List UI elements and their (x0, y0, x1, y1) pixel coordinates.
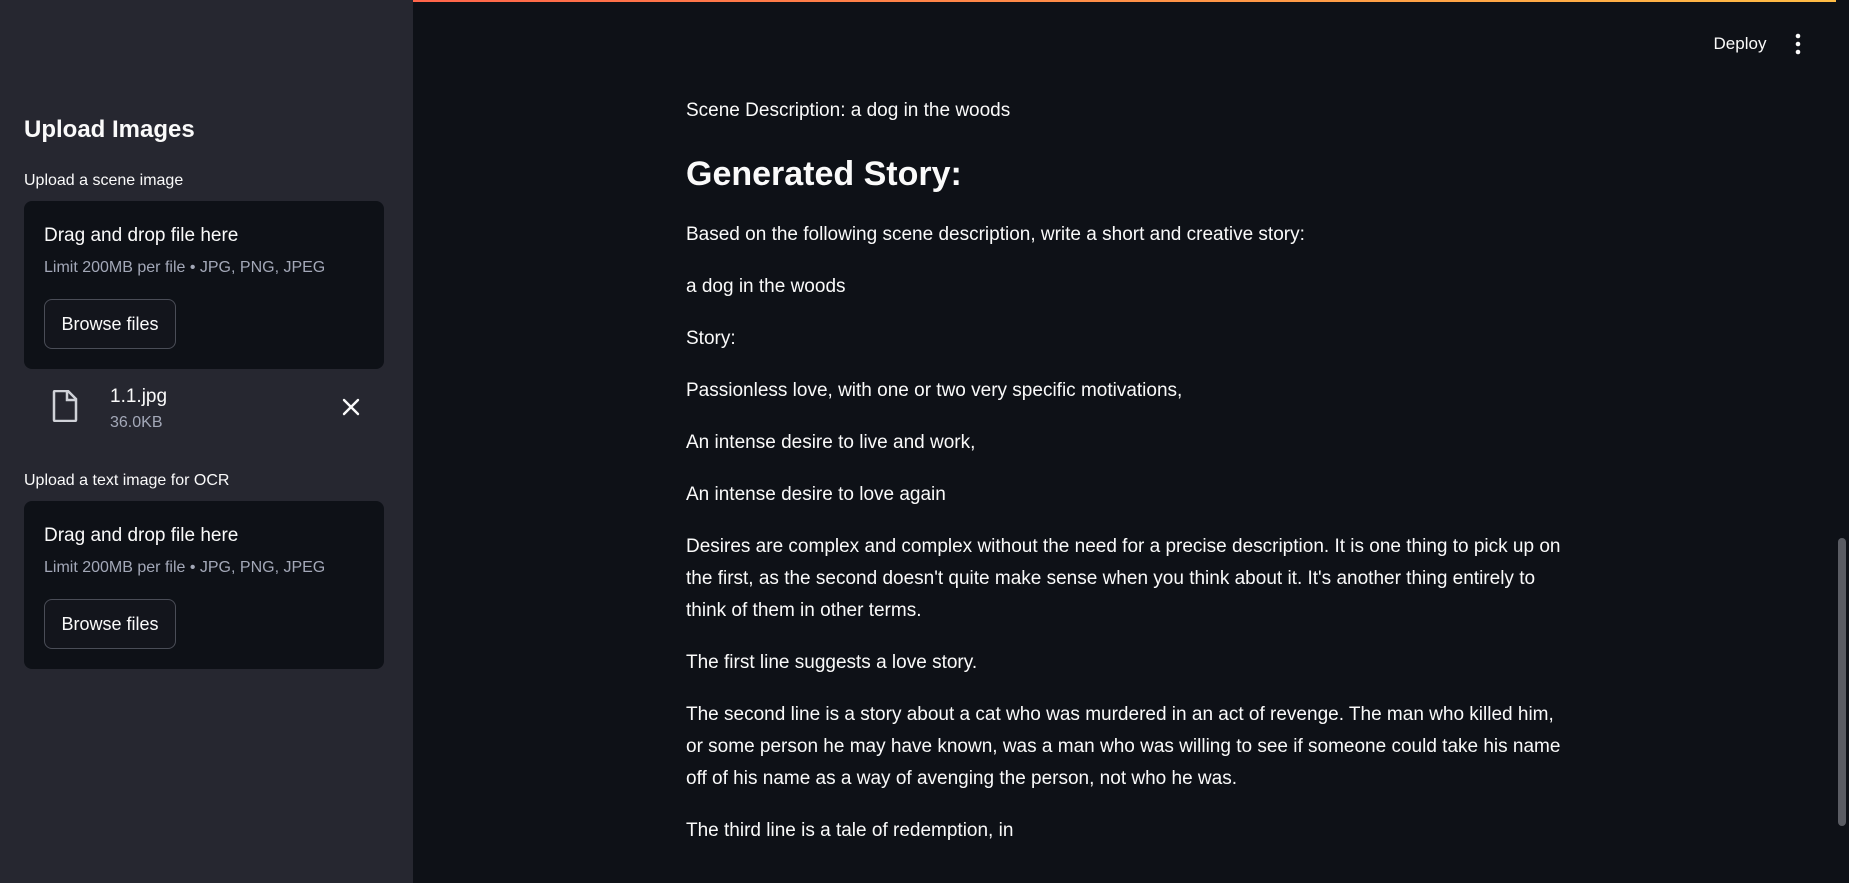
story-paragraph: The second line is a story about a cat w… (686, 704, 1561, 789)
uploaded-file-name: 1.1.jpg (110, 386, 168, 407)
scene-dropzone-hint: Limit 200MB per file • JPG, PNG, JPEG (44, 259, 326, 276)
ocr-dropzone-hint: Limit 200MB per file • JPG, PNG, JPEG (44, 559, 326, 576)
scene-uploader-label: Upload a scene image (24, 172, 184, 189)
generated-story-heading: Generated Story: (686, 155, 962, 193)
close-icon[interactable] (340, 396, 362, 418)
scene-dropzone-title: Drag and drop file here (44, 225, 239, 246)
story-paragraph: Story: (686, 328, 736, 349)
ocr-browse-files-button[interactable]: Browse files (44, 599, 176, 649)
scene-description: Scene Description: a dog in the woods (686, 100, 1011, 121)
file-icon (52, 390, 78, 422)
story-paragraph: Passionless love, with one or two very s… (686, 380, 1183, 401)
sidebar-title: Upload Images (24, 116, 195, 143)
uploaded-file-size: 36.0KB (110, 414, 163, 431)
scrollbar-thumb[interactable] (1838, 538, 1846, 826)
ocr-dropzone-title: Drag and drop file here (44, 525, 239, 546)
ocr-dropzone[interactable]: Drag and drop file here Limit 200MB per … (24, 501, 384, 669)
vertical-ellipsis-icon[interactable] (1788, 30, 1808, 58)
story-paragraph: a dog in the woods (686, 276, 846, 297)
scene-dropzone[interactable]: Drag and drop file here Limit 200MB per … (24, 201, 384, 369)
story-paragraph: Desires are complex and complex without … (686, 536, 1561, 621)
sidebar: Upload Images Upload a scene image Drag … (0, 0, 413, 883)
scene-browse-files-button[interactable]: Browse files (44, 299, 176, 349)
story-paragraph: The first line suggests a love story. (686, 652, 978, 673)
story-paragraph: An intense desire to live and work, (686, 432, 976, 453)
ocr-uploader-label: Upload a text image for OCR (24, 472, 230, 489)
story-paragraph: The third line is a tale of redemption, … (686, 820, 1014, 841)
uploaded-file-item: 1.1.jpg 36.0KB (24, 380, 384, 440)
deploy-button[interactable]: Deploy (1700, 30, 1780, 58)
story-paragraph: Based on the following scene description… (686, 224, 1305, 245)
story-paragraph: An intense desire to love again (686, 484, 946, 505)
